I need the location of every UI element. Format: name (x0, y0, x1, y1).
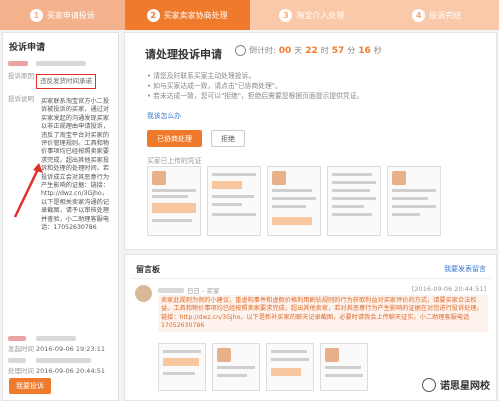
created-key: 发起时间 (8, 345, 34, 353)
blurred-info-row (3, 57, 118, 70)
step-4-label: 投诉完结 (429, 10, 462, 20)
step-1: 1 买家申请投诉 (0, 0, 125, 30)
updated-time: 2016-09-06 20:44:51 (36, 367, 106, 375)
step-2-label: 买家卖家协商处理 (163, 10, 228, 20)
timer-seconds: 16 (358, 45, 371, 56)
attachment-thumb[interactable] (212, 343, 260, 391)
timer-label: 倒计时: (249, 46, 276, 55)
step-2-number: 2 (146, 8, 160, 22)
evidence-thumb[interactable] (147, 166, 201, 236)
complaint-panel-title: 投诉申请 (9, 43, 46, 53)
message-body: 卖家此规则为例的小建议，重虚构事件和虚假价格利用刷钻规则的行为获取利益对买家评价… (158, 295, 488, 333)
complaint-reason-row: 投诉原因 违反发货时间承诺 (3, 70, 118, 91)
complaint-meta: 发起时间 2016-09-06 19:23:11 处理时间 2016-09-06… (3, 333, 118, 377)
note-3: • 若未达成一致，您可以"拒绝"，拒绝后需要您根据页面提示提供凭证。 (147, 92, 364, 100)
evidence-thumbnails (147, 166, 441, 236)
updated-row: 处理时间 2016-09-06 20:44:51 (3, 366, 118, 377)
note-2: • 如与买家达成一致，请点击"已协商处理"。 (147, 82, 282, 90)
post-message-link[interactable]: 我要发表留言 (444, 264, 486, 274)
panel-title: 请处理投诉申请 (145, 48, 222, 61)
note-1: • 请您及时联系买家主动处理投诉。 (147, 72, 256, 80)
step-3-label: 淘宝介入处理 (296, 10, 345, 20)
complaint-desc-key: 投诉说明 (8, 95, 34, 103)
message-author: 日日 - 买家 (158, 285, 219, 295)
negotiated-button[interactable]: 已协商处理 (147, 130, 202, 147)
message-time: [2016-09-06 20:44:51] (411, 285, 486, 293)
updated-key: 处理时间 (8, 367, 34, 375)
complaint-reason-value: 违反发货时间承诺 (36, 74, 96, 89)
attachment-thumb[interactable] (266, 343, 314, 391)
complaint-detail-panel: 投诉申请 投诉原因 违反发货时间承诺 投诉说明 买家联系淘宝官方小二投诉被投诉的… (2, 32, 119, 401)
watermark-logo-icon (422, 377, 436, 392)
message-attachments (158, 343, 368, 391)
message-board-title: 留言板 (136, 265, 160, 274)
countdown-timer: 倒计时: 00 天 22 时 57 分 16 秒 (235, 45, 382, 56)
timer-unit-minute: 分 (347, 46, 356, 55)
timer-days: 00 (278, 45, 292, 56)
step-3-number: 3 (279, 8, 293, 22)
step-1-number: 1 (29, 8, 43, 22)
handling-notes: • 请您及时联系买家主动处理投诉。 • 如与买家达成一致，请点击"已协商处理"。… (147, 71, 363, 101)
timer-unit-second: 秒 (373, 46, 382, 55)
watermark: 诺思星网校 (422, 377, 490, 392)
step-3: 3 淘宝介入处理 (249, 0, 375, 30)
red-arrow-icon (13, 163, 43, 218)
clock-icon (235, 45, 246, 56)
evidence-thumb[interactable] (327, 166, 381, 236)
evidence-label: 买家已上传的凭证 (147, 157, 202, 165)
message-board: 留言板 我要发表留言 日日 - 买家 [2016-09-06 20:44:51]… (124, 254, 497, 401)
timer-unit-day: 天 (294, 46, 303, 55)
divider (131, 278, 491, 279)
avatar (135, 285, 152, 302)
timer-minutes: 57 (331, 45, 345, 56)
timer-unit-hour: 时 (320, 46, 329, 55)
evidence-thumb[interactable] (387, 166, 441, 236)
evidence-thumb[interactable] (207, 166, 261, 236)
evidence-thumb[interactable] (267, 166, 321, 236)
reject-button[interactable]: 拒绝 (211, 130, 245, 147)
attachment-thumb[interactable] (158, 343, 206, 391)
message-author-label: 日日 - 买家 (187, 287, 220, 295)
created-row: 发起时间 2016-09-06 19:23:11 (3, 344, 118, 355)
progress-steps: 1 买家申请投诉 2 买家卖家协商处理 3 淘宝介入处理 4 投诉完结 (0, 0, 499, 30)
handle-complaint-panel: 请处理投诉申请 倒计时: 00 天 22 时 57 分 16 秒 • 请您及时联… (124, 32, 497, 250)
complaint-reason-key: 投诉原因 (8, 72, 34, 80)
attachment-thumb[interactable] (320, 343, 368, 391)
step-1-label: 买家申请投诉 (46, 10, 95, 20)
step-4: 4 投诉完结 (374, 0, 499, 30)
appeal-button[interactable]: 我要投诉 (9, 378, 51, 394)
watermark-text: 诺思星网校 (440, 381, 490, 392)
step-2: 2 买家卖家协商处理 (124, 0, 250, 30)
step-4-number: 4 (412, 8, 426, 22)
timer-hours: 22 (305, 45, 318, 56)
how-to-link[interactable]: 我该怎么办 (147, 110, 181, 120)
created-time: 2016-09-06 19:23:11 (36, 345, 106, 353)
